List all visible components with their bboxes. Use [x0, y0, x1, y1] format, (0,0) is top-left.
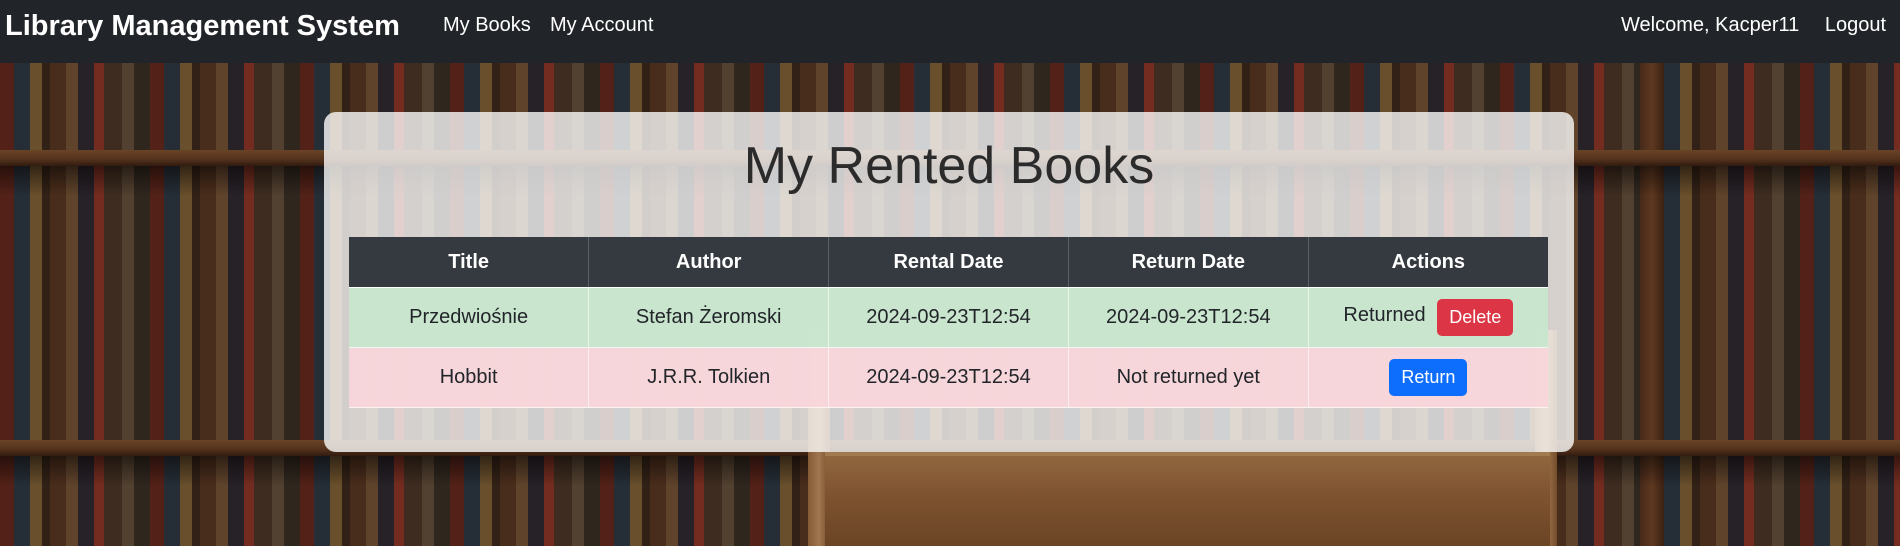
- return-button[interactable]: Return: [1389, 359, 1468, 396]
- cell-rental-date: 2024-09-23T12:54: [828, 347, 1069, 408]
- nav-user-area: Welcome, Kacper11 Logout: [1621, 14, 1886, 37]
- table-row: Przedwiośnie Stefan Żeromski 2024-09-23T…: [349, 287, 1548, 348]
- cell-author: J.R.R. Tolkien: [588, 347, 829, 408]
- column-header-author: Author: [588, 237, 829, 288]
- delete-button[interactable]: Delete: [1437, 299, 1514, 336]
- cell-return-date: 2024-09-23T12:54: [1067, 287, 1309, 348]
- welcome-text: Welcome, Kacper11: [1621, 14, 1800, 36]
- nav-link-my-account[interactable]: My Account: [550, 14, 653, 37]
- column-header-actions: Actions: [1307, 237, 1548, 288]
- page-title: My Rented Books: [743, 137, 1155, 195]
- cell-actions: Returned Delete: [1307, 287, 1548, 348]
- cell-author: Stefan Żeromski: [588, 287, 829, 348]
- logout-link[interactable]: Logout: [1825, 14, 1886, 37]
- rented-books-table: Title Author Rental Date Return Date Act…: [349, 237, 1548, 408]
- top-navbar: Library Management System My Books My Ac…: [0, 0, 1900, 63]
- cell-title: Przedwiośnie: [349, 287, 589, 348]
- column-header-return-date: Return Date: [1067, 237, 1309, 288]
- cell-rental-date: 2024-09-23T12:54: [828, 287, 1069, 348]
- cell-title: Hobbit: [349, 347, 589, 408]
- column-header-rental-date: Rental Date: [828, 237, 1069, 288]
- returned-status-text: Returned: [1343, 304, 1426, 326]
- table-header-row: Title Author Rental Date Return Date Act…: [349, 237, 1548, 288]
- nav-link-my-books[interactable]: My Books: [443, 14, 531, 37]
- cell-actions: Return: [1307, 347, 1548, 408]
- brand-title[interactable]: Library Management System: [5, 10, 400, 43]
- table-row: Hobbit J.R.R. Tolkien 2024-09-23T12:54 N…: [349, 347, 1548, 408]
- cell-return-date: Not returned yet: [1067, 347, 1309, 408]
- column-header-title: Title: [349, 237, 589, 288]
- rented-books-card: My Rented Books Title Author Rental Date…: [324, 112, 1574, 452]
